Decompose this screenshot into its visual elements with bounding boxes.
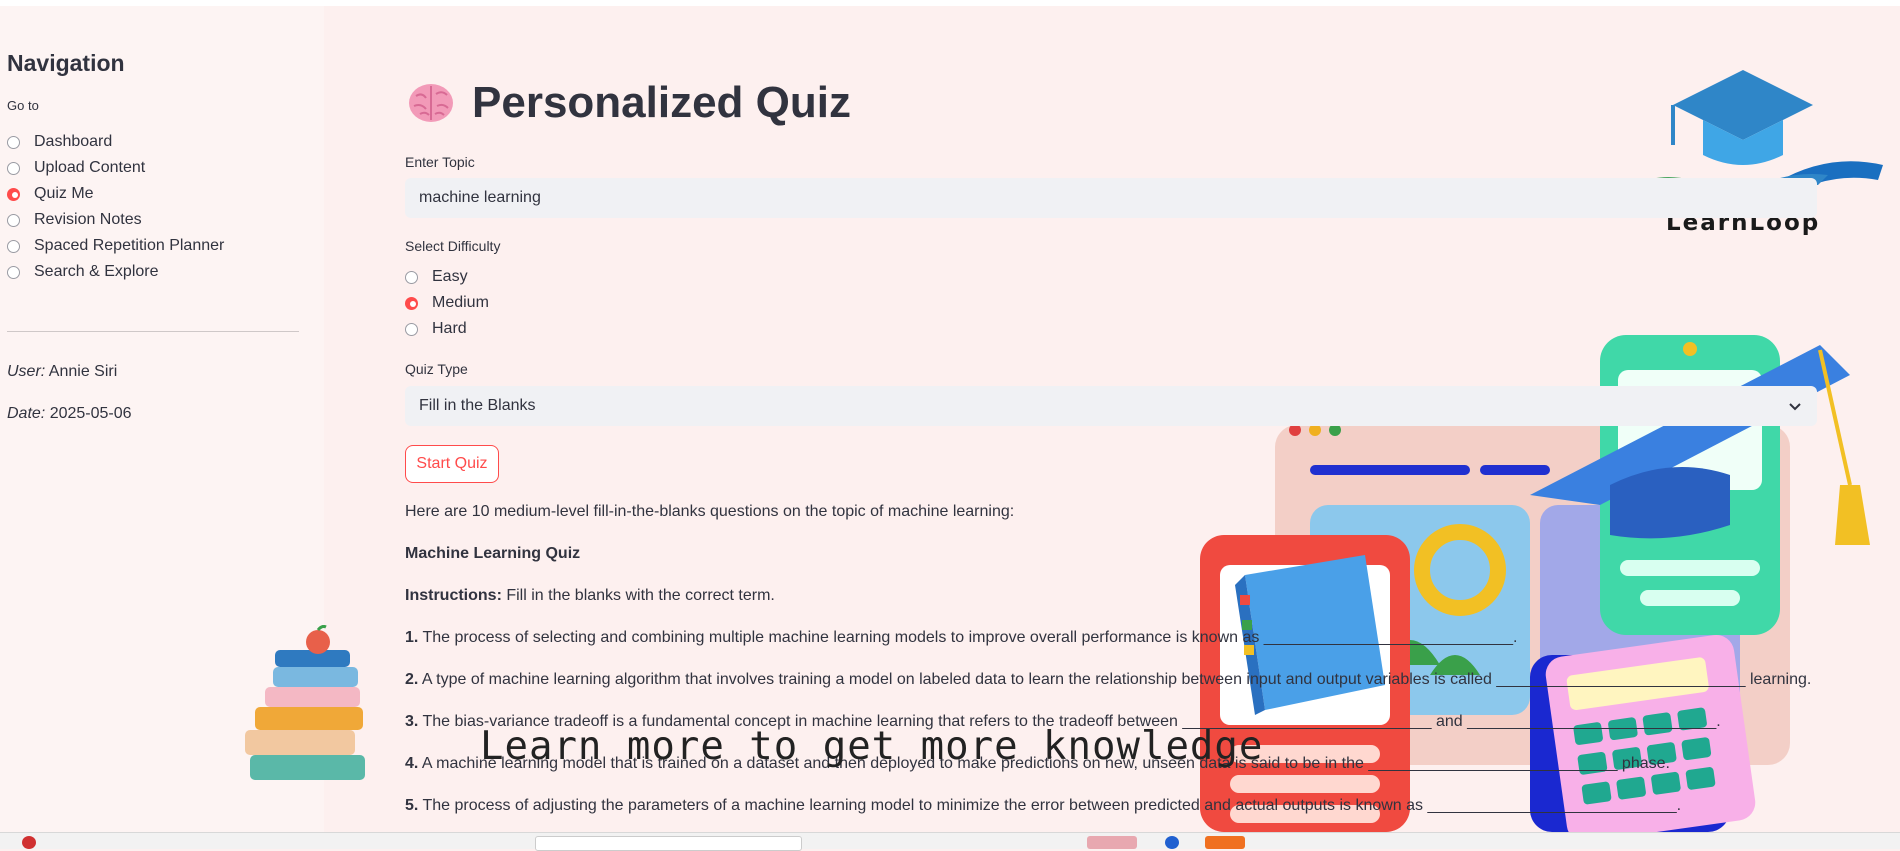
chevron-down-icon — [1789, 403, 1801, 411]
radio-circle[interactable] — [7, 239, 20, 253]
difficulty-option-label: Hard — [432, 320, 467, 337]
difficulty-option-hard[interactable]: Hard — [405, 320, 467, 338]
question-text: A type of machine learning algorithm tha… — [418, 671, 1812, 688]
sidebar-item-label: Upload Content — [34, 159, 146, 176]
taskbar-app-icon[interactable] — [1165, 836, 1179, 849]
quiz-type-label: Quiz Type — [405, 361, 468, 377]
radio-circle[interactable] — [7, 213, 20, 227]
quiz-type-select[interactable]: Fill in the Blanks — [405, 386, 1817, 426]
date-value: 2025-05-06 — [49, 405, 132, 422]
topic-input[interactable] — [405, 178, 1817, 218]
quiz-heading: Machine Learning Quiz — [405, 545, 580, 563]
difficulty-option-medium[interactable]: Medium — [405, 294, 489, 312]
taskbar-search-box[interactable] — [535, 836, 802, 851]
question-item: 2. A type of machine learning algorithm … — [405, 671, 1811, 689]
question-text: The process of adjusting the parameters … — [418, 797, 1682, 814]
instructions-text: Fill in the blanks with the correct term… — [501, 587, 775, 604]
question-number: 3. — [405, 713, 419, 730]
topic-label: Enter Topic — [405, 154, 475, 170]
user-info: User: Annie Siri — [7, 363, 117, 381]
radio-circle[interactable] — [7, 265, 20, 279]
user-value: Annie Siri — [48, 363, 118, 380]
motto-text: Learn more to get more knowledge — [480, 724, 1264, 769]
books-illustration — [245, 625, 365, 780]
brain-icon — [409, 84, 453, 122]
main-content: LearnLoop Personalized Quiz Enter Topic … — [324, 6, 1900, 832]
taskbar-app-icon[interactable] — [1087, 836, 1137, 849]
sidebar-item-quiz-me[interactable]: Quiz Me — [7, 185, 94, 203]
sidebar-divider — [7, 331, 299, 332]
difficulty-label: Select Difficulty — [405, 238, 501, 254]
os-taskbar — [0, 832, 1900, 851]
sidebar-item-upload-content[interactable]: Upload Content — [7, 159, 145, 177]
date-label: Date: — [7, 405, 46, 422]
goto-label: Go to — [7, 98, 39, 113]
difficulty-option-label: Easy — [432, 268, 468, 285]
quiz-type-value: Fill in the Blanks — [419, 397, 536, 414]
difficulty-option-easy[interactable]: Easy — [405, 268, 468, 286]
question-number: 1. — [405, 629, 419, 646]
radio-circle[interactable] — [405, 270, 418, 284]
question-number: 5. — [405, 797, 419, 814]
sidebar-item-label: Spaced Repetition Planner — [34, 237, 225, 254]
quiz-heading-text: Machine Learning Quiz — [405, 545, 581, 562]
user-label: User: — [7, 363, 46, 380]
taskbar-app-icon[interactable] — [1205, 836, 1245, 849]
instructions-label: Instructions: — [405, 587, 502, 604]
page-title: Personalized Quiz — [472, 78, 851, 127]
sidebar-item-label: Quiz Me — [34, 185, 94, 202]
question-item: 5. The process of adjusting the paramete… — [405, 797, 1681, 815]
sidebar-title: Navigation — [7, 50, 125, 76]
radio-circle-selected[interactable] — [405, 296, 418, 310]
radio-circle[interactable] — [7, 135, 20, 149]
sidebar-item-label: Dashboard — [34, 133, 113, 150]
page-title-row: Personalized Quiz — [408, 78, 851, 128]
taskbar-weather-icon[interactable] — [22, 836, 36, 849]
sidebar-item-dashboard[interactable]: Dashboard — [7, 133, 112, 151]
question-text: The process of selecting and combining m… — [418, 629, 1518, 646]
date-info: Date: 2025-05-06 — [7, 405, 132, 423]
sidebar-item-label: Search & Explore — [34, 263, 159, 280]
sidebar-item-spaced-repetition-planner[interactable]: Spaced Repetition Planner — [7, 237, 224, 255]
sidebar-item-label: Revision Notes — [34, 211, 142, 228]
radio-circle[interactable] — [405, 322, 418, 336]
question-number: 2. — [405, 671, 419, 688]
radio-circle[interactable] — [7, 161, 20, 175]
sidebar-item-revision-notes[interactable]: Revision Notes — [7, 211, 142, 229]
quiz-instructions: Instructions: Fill in the blanks with th… — [405, 587, 775, 605]
difficulty-option-label: Medium — [432, 294, 489, 311]
radio-circle-selected[interactable] — [7, 187, 20, 201]
question-number: 4. — [405, 755, 419, 772]
quiz-intro: Here are 10 medium-level fill-in-the-bla… — [405, 503, 1015, 520]
question-item: 1. The process of selecting and combinin… — [405, 629, 1517, 647]
start-quiz-button[interactable]: Start Quiz — [405, 445, 499, 483]
sidebar-item-search-explore[interactable]: Search & Explore — [7, 263, 159, 281]
